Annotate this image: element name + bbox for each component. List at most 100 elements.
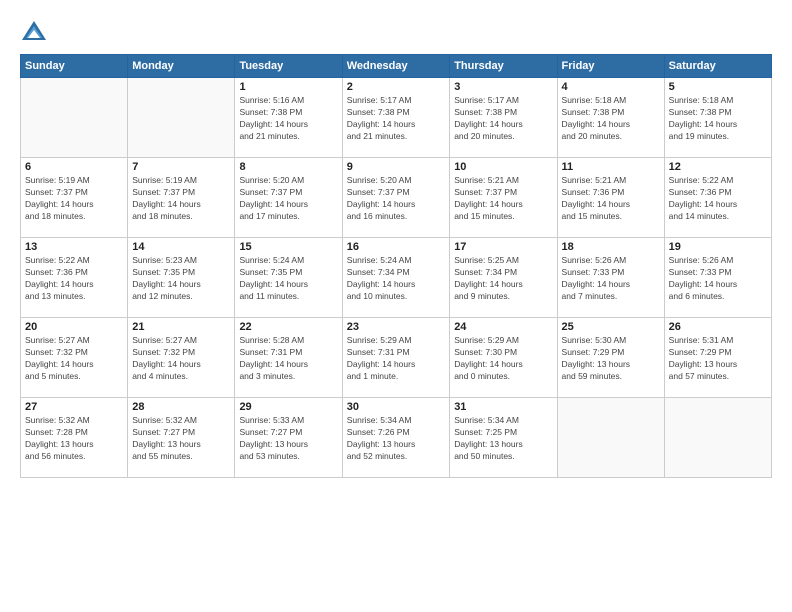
calendar-week-4: 20 Sunrise: 5:27 AM Sunset: 7:32 PM Dayli… [21,318,772,398]
calendar-cell: 28 Sunrise: 5:32 AM Sunset: 7:27 PM Dayli… [128,398,235,478]
calendar-week-1: 1Sunrise: 5:16 AM Sunset: 7:38 PM Daylig… [21,78,772,158]
day-number: 4 [562,81,660,93]
calendar-cell: 6Sunrise: 5:19 AM Sunset: 7:37 PM Daylig… [21,158,128,238]
calendar-week-2: 6 Sunrise: 5:19 AM Sunset: 7:37 PM Daylig… [21,158,772,238]
weekday-friday: Friday [557,55,664,78]
day-info: Sunrise: 5:31 AM Sunset: 7:29 PM Dayligh… [669,335,767,383]
day-info: Sunrise: 5:27 AM Sunset: 7:32 PM Dayligh… [25,335,123,383]
day-number: 20 [25,321,123,333]
calendar-cell: 23 Sunrise: 5:29 AM Sunset: 7:31 PM Dayli… [342,318,449,398]
day-info: Sunrise: 5:20 AM Sunset: 7:37 PM Dayligh… [239,175,337,223]
calendar-cell: 3 Sunrise: 5:17 AM Sunset: 7:38 PM Daylig… [450,78,557,158]
day-info: Sunrise: 5:24 AM Sunset: 7:35 PM Dayligh… [239,255,337,303]
day-number: 21 [132,321,230,333]
calendar-week-3: 13 Sunrise: 5:22 AM Sunset: 7:36 PM Dayli… [21,238,772,318]
calendar-cell: 31 Sunrise: 5:34 AM Sunset: 7:25 PM Dayli… [450,398,557,478]
calendar-cell: 22 Sunrise: 5:28 AM Sunset: 7:31 PM Dayli… [235,318,342,398]
day-number: 2 [347,81,445,93]
day-info: Sunrise: 5:29 AM Sunset: 7:30 PM Dayligh… [454,335,552,383]
calendar-cell: 14 Sunrise: 5:23 AM Sunset: 7:35 PM Dayli… [128,238,235,318]
day-number: 3 [454,81,552,93]
calendar-cell: 20 Sunrise: 5:27 AM Sunset: 7:32 PM Dayli… [21,318,128,398]
calendar-cell: 21 Sunrise: 5:27 AM Sunset: 7:32 PM Dayli… [128,318,235,398]
calendar-cell: 25 Sunrise: 5:30 AM Sunset: 7:29 PM Dayli… [557,318,664,398]
day-info: Sunrise: 5:23 AM Sunset: 7:35 PM Dayligh… [132,255,230,303]
day-number: 6 [25,161,123,173]
weekday-sunday: Sunday [21,55,128,78]
day-number: 13 [25,241,123,253]
logo-icon [20,18,48,46]
day-number: 7 [132,161,230,173]
calendar-cell: 1Sunrise: 5:16 AM Sunset: 7:38 PM Daylig… [235,78,342,158]
calendar-cell [557,398,664,478]
day-number: 19 [669,241,767,253]
day-number: 23 [347,321,445,333]
day-number: 31 [454,401,552,413]
day-number: 29 [239,401,337,413]
day-number: 10 [454,161,552,173]
calendar-cell: 29 Sunrise: 5:33 AM Sunset: 7:27 PM Dayli… [235,398,342,478]
calendar-cell [664,398,771,478]
day-info: Sunrise: 5:21 AM Sunset: 7:36 PM Dayligh… [562,175,660,223]
calendar-table: SundayMondayTuesdayWednesdayThursdayFrid… [20,54,772,478]
weekday-tuesday: Tuesday [235,55,342,78]
day-info: Sunrise: 5:26 AM Sunset: 7:33 PM Dayligh… [669,255,767,303]
day-number: 5 [669,81,767,93]
day-number: 8 [239,161,337,173]
logo [20,18,52,46]
calendar-cell: 24 Sunrise: 5:29 AM Sunset: 7:30 PM Dayli… [450,318,557,398]
day-info: Sunrise: 5:28 AM Sunset: 7:31 PM Dayligh… [239,335,337,383]
day-info: Sunrise: 5:17 AM Sunset: 7:38 PM Dayligh… [454,95,552,143]
calendar-cell [21,78,128,158]
day-number: 15 [239,241,337,253]
day-info: Sunrise: 5:22 AM Sunset: 7:36 PM Dayligh… [669,175,767,223]
calendar-cell: 5 Sunrise: 5:18 AM Sunset: 7:38 PM Daylig… [664,78,771,158]
calendar-cell: 13 Sunrise: 5:22 AM Sunset: 7:36 PM Dayli… [21,238,128,318]
day-number: 28 [132,401,230,413]
day-info: Sunrise: 5:21 AM Sunset: 7:37 PM Dayligh… [454,175,552,223]
weekday-monday: Monday [128,55,235,78]
day-info: Sunrise: 5:22 AM Sunset: 7:36 PM Dayligh… [25,255,123,303]
day-number: 12 [669,161,767,173]
day-info: Sunrise: 5:24 AM Sunset: 7:34 PM Dayligh… [347,255,445,303]
day-info: Sunrise: 5:32 AM Sunset: 7:27 PM Dayligh… [132,415,230,463]
calendar-cell: 10 Sunrise: 5:21 AM Sunset: 7:37 PM Dayli… [450,158,557,238]
day-info: Sunrise: 5:34 AM Sunset: 7:25 PM Dayligh… [454,415,552,463]
day-info: Sunrise: 5:32 AM Sunset: 7:28 PM Dayligh… [25,415,123,463]
weekday-saturday: Saturday [664,55,771,78]
day-info: Sunrise: 5:20 AM Sunset: 7:37 PM Dayligh… [347,175,445,223]
day-number: 26 [669,321,767,333]
day-info: Sunrise: 5:34 AM Sunset: 7:26 PM Dayligh… [347,415,445,463]
day-info: Sunrise: 5:19 AM Sunset: 7:37 PM Dayligh… [132,175,230,223]
day-number: 30 [347,401,445,413]
day-info: Sunrise: 5:30 AM Sunset: 7:29 PM Dayligh… [562,335,660,383]
calendar-cell: 26 Sunrise: 5:31 AM Sunset: 7:29 PM Dayli… [664,318,771,398]
day-number: 27 [25,401,123,413]
day-number: 16 [347,241,445,253]
day-number: 14 [132,241,230,253]
day-info: Sunrise: 5:18 AM Sunset: 7:38 PM Dayligh… [562,95,660,143]
day-info: Sunrise: 5:25 AM Sunset: 7:34 PM Dayligh… [454,255,552,303]
weekday-thursday: Thursday [450,55,557,78]
day-number: 1 [239,81,337,93]
calendar-cell [128,78,235,158]
calendar-cell: 27 Sunrise: 5:32 AM Sunset: 7:28 PM Dayli… [21,398,128,478]
calendar-cell: 19 Sunrise: 5:26 AM Sunset: 7:33 PM Dayli… [664,238,771,318]
calendar-cell: 4 Sunrise: 5:18 AM Sunset: 7:38 PM Daylig… [557,78,664,158]
page: SundayMondayTuesdayWednesdayThursdayFrid… [0,0,792,612]
calendar-cell: 8 Sunrise: 5:20 AM Sunset: 7:37 PM Daylig… [235,158,342,238]
day-info: Sunrise: 5:27 AM Sunset: 7:32 PM Dayligh… [132,335,230,383]
calendar-cell: 7 Sunrise: 5:19 AM Sunset: 7:37 PM Daylig… [128,158,235,238]
day-info: Sunrise: 5:29 AM Sunset: 7:31 PM Dayligh… [347,335,445,383]
day-info: Sunrise: 5:18 AM Sunset: 7:38 PM Dayligh… [669,95,767,143]
calendar-cell: 30 Sunrise: 5:34 AM Sunset: 7:26 PM Dayli… [342,398,449,478]
weekday-header-row: SundayMondayTuesdayWednesdayThursdayFrid… [21,55,772,78]
day-number: 25 [562,321,660,333]
day-number: 24 [454,321,552,333]
calendar-week-5: 27 Sunrise: 5:32 AM Sunset: 7:28 PM Dayli… [21,398,772,478]
calendar-cell: 15 Sunrise: 5:24 AM Sunset: 7:35 PM Dayli… [235,238,342,318]
day-info: Sunrise: 5:33 AM Sunset: 7:27 PM Dayligh… [239,415,337,463]
day-number: 22 [239,321,337,333]
calendar-cell: 9Sunrise: 5:20 AM Sunset: 7:37 PM Daylig… [342,158,449,238]
calendar-cell: 11Sunrise: 5:21 AM Sunset: 7:36 PM Dayli… [557,158,664,238]
